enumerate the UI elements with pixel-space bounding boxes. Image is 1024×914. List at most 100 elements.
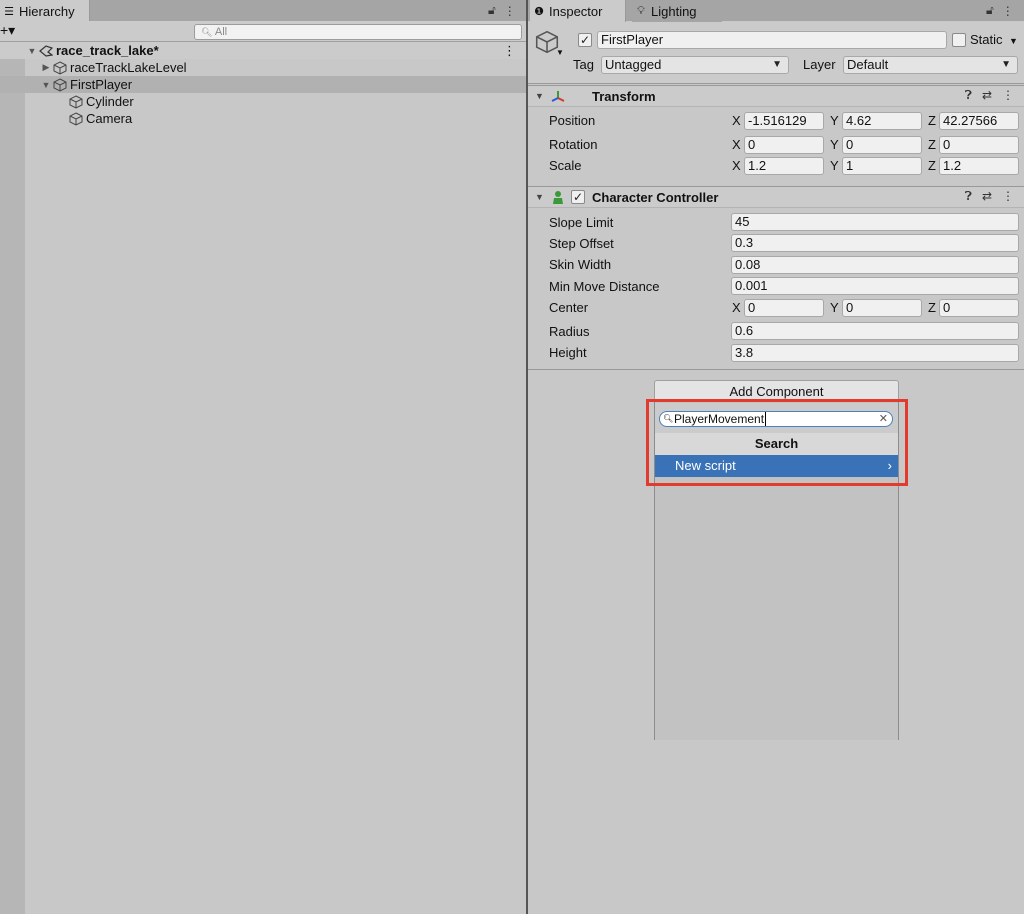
scale-z-field[interactable]: 1.2 bbox=[939, 157, 1019, 175]
help-icon[interactable]: ❓︎ bbox=[965, 88, 972, 103]
layer-label: Layer bbox=[803, 57, 836, 72]
axis-x-label: X bbox=[732, 113, 741, 128]
collapsed-arrow-icon[interactable]: ▶ bbox=[40, 62, 52, 73]
hierarchy-search-input[interactable]: 🔍︎ All bbox=[194, 24, 522, 40]
hierarchy-item-cylinder[interactable]: Cylinder bbox=[0, 93, 526, 110]
component-separator bbox=[528, 369, 1024, 370]
hierarchy-gutter bbox=[0, 42, 25, 914]
help-icon[interactable]: ❓︎ bbox=[965, 189, 972, 204]
gameobject-cube-icon bbox=[68, 111, 84, 126]
slope-limit-label: Slope Limit bbox=[549, 215, 614, 230]
layer-value: Default bbox=[847, 57, 889, 72]
hierarchy-item-racetracklakelevel[interactable]: ▶ raceTrackLakeLevel bbox=[0, 59, 526, 76]
static-checkbox[interactable] bbox=[952, 33, 966, 47]
skin-width-label: Skin Width bbox=[549, 257, 612, 272]
skin-width-field[interactable]: 0.08 bbox=[731, 256, 1019, 274]
position-y-field[interactable]: 4.62 bbox=[842, 112, 922, 130]
center-x-field[interactable]: 0 bbox=[744, 299, 824, 317]
tab-hierarchy[interactable]: ☰ Hierarchy bbox=[0, 0, 90, 22]
component-controls: ❓︎ ⇄ ⋮ bbox=[965, 88, 1014, 103]
expand-arrow-icon[interactable]: ▼ bbox=[26, 46, 38, 56]
foldout-arrow-icon[interactable]: ▼ bbox=[535, 91, 544, 101]
search-icon: 🔍︎ bbox=[201, 27, 213, 37]
axis-z-label: Z bbox=[928, 158, 936, 173]
static-dropdown-icon[interactable]: ▼ bbox=[1009, 36, 1018, 46]
scene-menu-icon[interactable]: ⋮ bbox=[503, 43, 516, 59]
more-options-icon[interactable]: ⋮ bbox=[1002, 4, 1014, 18]
radius-field[interactable]: 0.6 bbox=[731, 322, 1019, 340]
min-move-distance-field[interactable]: 0.001 bbox=[731, 277, 1019, 295]
gameobject-cube-icon bbox=[52, 77, 68, 92]
radius-label: Radius bbox=[549, 324, 590, 339]
rotation-z-field[interactable]: 0 bbox=[939, 136, 1019, 154]
lock-icon[interactable]: 🔓︎ bbox=[488, 3, 496, 18]
transform-icon bbox=[550, 89, 566, 108]
tag-label: Tag bbox=[573, 57, 594, 72]
static-label: Static bbox=[970, 32, 1003, 47]
min-move-distance-label: Min Move Distance bbox=[549, 279, 660, 294]
axis-x-label: X bbox=[732, 158, 741, 173]
scale-y-field[interactable]: 1 bbox=[842, 157, 922, 175]
tab-lighting[interactable]: 💡︎ Lighting bbox=[632, 0, 722, 22]
presets-icon[interactable]: ⇄ bbox=[982, 88, 992, 103]
scale-label: Scale bbox=[549, 158, 582, 173]
object-name-field[interactable]: FirstPlayer bbox=[597, 31, 947, 49]
chevron-down-icon: ▼ bbox=[1001, 59, 1011, 70]
highlight-box bbox=[646, 399, 908, 486]
gameobject-cube-icon bbox=[68, 94, 84, 109]
character-controller-title: Character Controller bbox=[592, 190, 719, 205]
axis-x-label: X bbox=[732, 137, 741, 152]
height-field[interactable]: 3.8 bbox=[731, 344, 1019, 362]
center-z-field[interactable]: 0 bbox=[939, 299, 1019, 317]
position-x-field[interactable]: -1.516129 bbox=[744, 112, 824, 130]
axis-x-label: X bbox=[732, 300, 741, 315]
hierarchy-item-camera[interactable]: Camera bbox=[0, 110, 526, 127]
tab-hierarchy-label: Hierarchy bbox=[19, 3, 75, 19]
step-offset-field[interactable]: 0.3 bbox=[731, 234, 1019, 252]
axis-y-label: Y bbox=[830, 113, 839, 128]
chevron-down-icon: ▼ bbox=[772, 59, 782, 70]
icon-dropdown-icon[interactable]: ▼ bbox=[556, 48, 564, 57]
presets-icon[interactable]: ⇄ bbox=[982, 189, 992, 204]
position-label: Position bbox=[549, 113, 596, 128]
height-label: Height bbox=[549, 345, 587, 360]
expand-arrow-icon[interactable]: ▼ bbox=[40, 80, 52, 90]
list-icon: ☰ bbox=[4, 5, 14, 18]
hierarchy-item-label: Cylinder bbox=[86, 94, 134, 109]
tab-inspector[interactable]: ❶ Inspector bbox=[530, 0, 626, 22]
axis-z-label: Z bbox=[928, 300, 936, 315]
lightbulb-icon: 💡︎ bbox=[637, 4, 645, 17]
hierarchy-item-firstplayer[interactable]: ▼ FirstPlayer bbox=[0, 76, 526, 93]
scene-row[interactable]: ▼ race_track_lake* ⋮ bbox=[0, 42, 526, 59]
tab-lighting-label: Lighting bbox=[651, 3, 697, 19]
character-controller-icon bbox=[550, 189, 566, 208]
axis-y-label: Y bbox=[830, 300, 839, 315]
position-z-field[interactable]: 42.27566 bbox=[939, 112, 1019, 130]
axis-y-label: Y bbox=[830, 158, 839, 173]
add-object-button[interactable]: +▾ bbox=[0, 22, 15, 39]
info-icon: ❶ bbox=[534, 5, 544, 18]
transform-header[interactable]: ▼ Transform ❓︎ ⇄ ⋮ bbox=[528, 85, 1024, 107]
transform-title: Transform bbox=[592, 89, 656, 104]
rotation-x-field[interactable]: 0 bbox=[744, 136, 824, 154]
lock-icon[interactable]: 🔓︎ bbox=[986, 3, 994, 18]
hierarchy-item-label: Camera bbox=[86, 111, 133, 126]
tag-dropdown[interactable]: Untagged ▼ bbox=[601, 56, 789, 74]
character-controller-header[interactable]: ▼ ✓ Character Controller ❓︎ ⇄ ⋮ bbox=[528, 186, 1024, 208]
rotation-y-field[interactable]: 0 bbox=[842, 136, 922, 154]
axis-z-label: Z bbox=[928, 113, 936, 128]
more-options-icon[interactable]: ⋮ bbox=[504, 4, 516, 18]
hierarchy-search-placeholder: All bbox=[214, 26, 228, 38]
layer-dropdown[interactable]: Default ▼ bbox=[843, 56, 1018, 74]
inspector-tab-controls: 🔓︎ ⋮ bbox=[986, 0, 1014, 21]
hierarchy-tab-controls: 🔓︎ ⋮ bbox=[488, 0, 516, 21]
component-enabled-checkbox[interactable]: ✓ bbox=[571, 190, 585, 204]
more-options-icon[interactable]: ⋮ bbox=[1002, 189, 1014, 204]
active-checkbox[interactable]: ✓ bbox=[578, 33, 592, 47]
tag-value: Untagged bbox=[605, 57, 662, 72]
more-options-icon[interactable]: ⋮ bbox=[1002, 88, 1014, 103]
foldout-arrow-icon[interactable]: ▼ bbox=[535, 192, 544, 202]
scale-x-field[interactable]: 1.2 bbox=[744, 157, 824, 175]
slope-limit-field[interactable]: 45 bbox=[731, 213, 1019, 231]
center-y-field[interactable]: 0 bbox=[842, 299, 922, 317]
